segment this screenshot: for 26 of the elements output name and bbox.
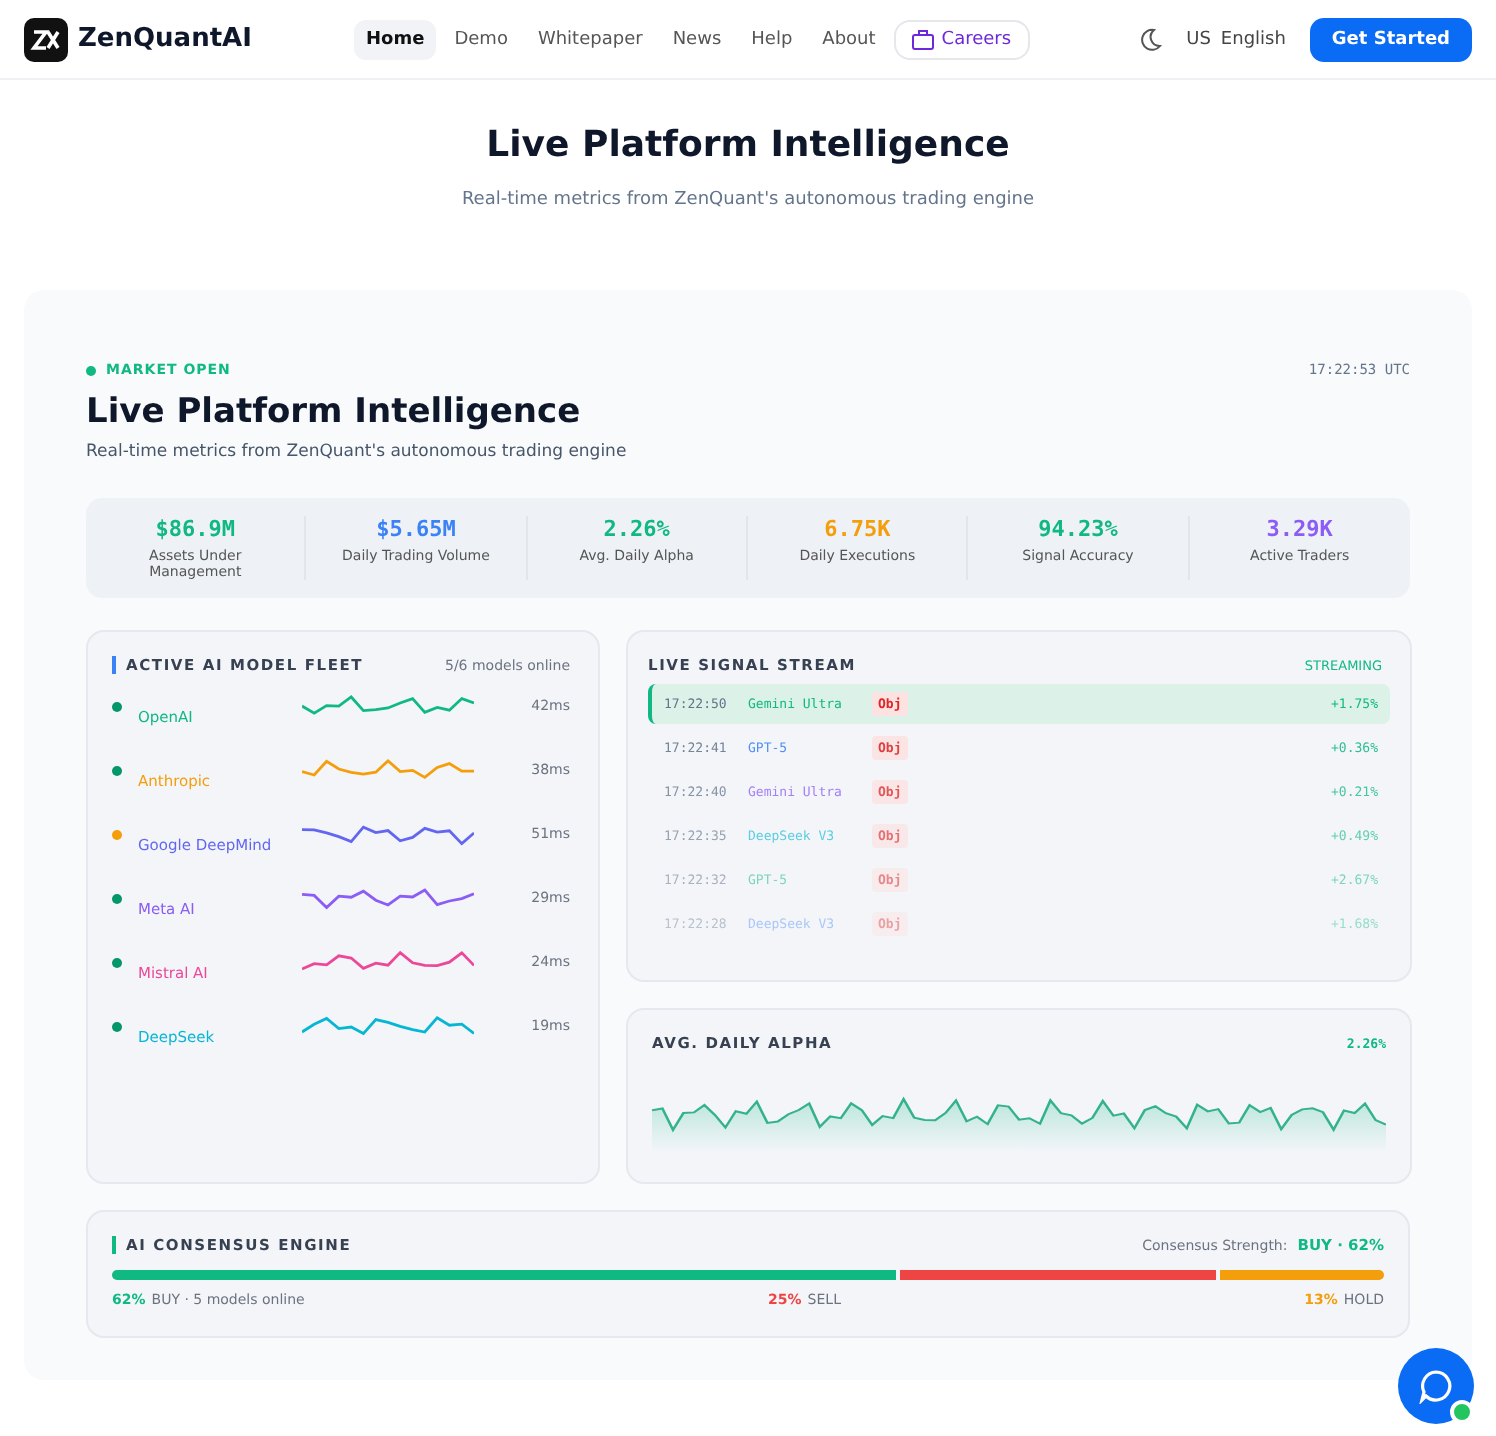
stat-value: 6.75K xyxy=(824,516,891,542)
nav-link[interactable]: Home xyxy=(354,19,437,59)
nav-link[interactable]: Help xyxy=(739,19,805,59)
nav-link[interactable]: Demo xyxy=(442,19,520,59)
chat-button[interactable] xyxy=(1398,1348,1474,1424)
brand-name[interactable]: ZenQuantAI xyxy=(78,24,252,54)
stat-value: $5.65M xyxy=(376,516,456,542)
hero-title: Live Platform Intelligence xyxy=(484,124,1012,166)
panel-title: Live Platform Intelligence xyxy=(86,392,583,432)
chat-icon xyxy=(1418,1368,1454,1404)
moon-icon[interactable] xyxy=(1138,27,1163,51)
careers-link[interactable]: Careers xyxy=(893,19,1030,59)
nav-link[interactable]: About xyxy=(810,19,888,59)
stat-value: 2.26% xyxy=(603,516,670,542)
language-button[interactable]: US English xyxy=(1186,29,1286,49)
stat-value: $86.9M xyxy=(155,516,236,542)
panel-subtitle: Real-time metrics from ZenQuant's autonomous trading engine xyxy=(86,442,629,462)
stat-value: 3.29K xyxy=(1266,516,1333,542)
get-started-button[interactable]: Get Started xyxy=(1309,17,1472,61)
status-dot xyxy=(86,365,96,375)
hero-subtitle: Real-time metrics from ZenQuant's autonomous trading engine xyxy=(459,190,1037,210)
nav-link[interactable]: News xyxy=(660,19,734,59)
briefcase-icon xyxy=(911,29,934,49)
stat-value: 94.23% xyxy=(1038,516,1118,542)
logo-icon xyxy=(24,17,68,61)
nav-link[interactable]: Whitepaper xyxy=(525,19,655,59)
